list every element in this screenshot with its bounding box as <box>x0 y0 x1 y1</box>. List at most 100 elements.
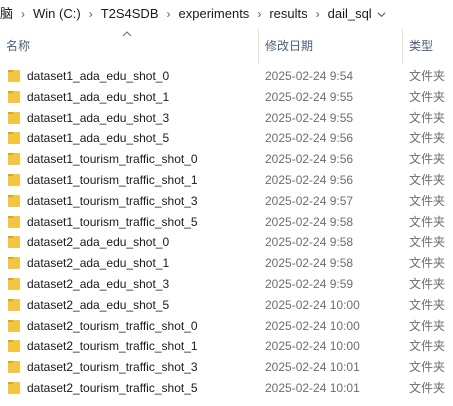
file-row[interactable]: dataset1_tourism_traffic_shot_1 2025-02-2… <box>0 170 453 191</box>
folder-icon <box>8 215 20 228</box>
file-modified-date: 2025-02-24 10:00 <box>265 339 360 354</box>
folder-icon <box>8 277 20 290</box>
file-row[interactable]: dataset1_ada_edu_shot_0 2025-02-24 9:54 文件… <box>0 66 453 87</box>
file-row[interactable]: dataset2_ada_edu_shot_5 2025-02-24 10:00 文… <box>0 295 453 316</box>
file-row[interactable]: dataset1_ada_edu_shot_5 2025-02-24 9:56 文件… <box>0 128 453 149</box>
file-type: 文件夹 <box>409 360 446 375</box>
file-modified-date: 2025-02-24 9:56 <box>265 131 354 146</box>
folder-icon <box>8 70 20 82</box>
file-name[interactable]: dataset1_tourism_traffic_shot_0 <box>27 149 198 170</box>
file-row[interactable]: dataset2_ada_edu_shot_3 2025-02-24 9:59 文件… <box>0 274 453 295</box>
file-type: 文件夹 <box>409 214 446 229</box>
folder-icon <box>8 319 20 332</box>
column-header-type[interactable]: 类型 <box>402 28 453 64</box>
folder-icon <box>8 132 20 145</box>
file-modified-date: 2025-02-24 9:58 <box>265 235 354 250</box>
file-row[interactable]: dataset2_ada_edu_shot_0 2025-02-24 9:58 文件… <box>0 232 453 253</box>
file-row[interactable]: dataset1_tourism_traffic_shot_0 2025-02-2… <box>0 149 453 170</box>
file-name[interactable]: dataset1_ada_edu_shot_5 <box>27 128 169 149</box>
file-type: 文件夹 <box>409 380 446 395</box>
file-type: 文件夹 <box>409 172 446 187</box>
file-modified-date: 2025-02-24 9:58 <box>265 214 354 229</box>
file-modified-date: 2025-02-24 9:54 <box>265 69 354 83</box>
file-row[interactable]: dataset1_ada_edu_shot_1 2025-02-24 9:55 文件… <box>0 87 453 108</box>
file-modified-date: 2025-02-24 9:55 <box>265 110 354 125</box>
file-row[interactable]: dataset2_tourism_traffic_shot_0 2025-02-2… <box>0 316 453 337</box>
folder-icon <box>8 236 20 249</box>
file-type: 文件夹 <box>409 193 446 208</box>
file-type: 文件夹 <box>409 256 446 271</box>
folder-icon <box>8 194 20 207</box>
file-type: 文件夹 <box>409 152 446 167</box>
breadcrumb-item-drive[interactable]: Win (C:) <box>31 0 83 28</box>
file-name[interactable]: dataset2_tourism_traffic_shot_1 <box>27 336 198 357</box>
file-row[interactable]: dataset1_ada_edu_shot_3 2025-02-24 9:55 文件… <box>0 108 453 129</box>
breadcrumb-separator-icon[interactable]: › <box>15 0 31 28</box>
file-modified-date: 2025-02-24 10:01 <box>265 380 360 395</box>
file-name[interactable]: dataset2_ada_edu_shot_1 <box>27 253 169 274</box>
folder-icon <box>8 340 20 353</box>
file-type: 文件夹 <box>409 89 446 104</box>
file-name[interactable]: dataset1_tourism_traffic_shot_5 <box>27 212 198 233</box>
file-name[interactable]: dataset2_ada_edu_shot_5 <box>27 295 169 316</box>
folder-icon <box>8 153 20 166</box>
file-name[interactable]: dataset2_tourism_traffic_shot_0 <box>27 316 198 337</box>
breadcrumb-dropdown-icon[interactable] <box>374 0 390 28</box>
folder-icon <box>8 298 20 311</box>
breadcrumb-item-dail-sql[interactable]: dail_sql <box>326 0 374 28</box>
file-row[interactable]: dataset1_tourism_traffic_shot_5 2025-02-2… <box>0 212 453 233</box>
breadcrumb-separator-icon[interactable]: › <box>83 0 99 28</box>
file-name[interactable]: dataset2_tourism_traffic_shot_5 <box>27 378 198 399</box>
file-name[interactable]: dataset1_ada_edu_shot_0 <box>27 66 169 87</box>
file-row[interactable]: dataset2_tourism_traffic_shot_1 2025-02-2… <box>0 336 453 357</box>
file-type: 文件夹 <box>409 297 446 312</box>
file-type: 文件夹 <box>409 276 446 291</box>
folder-icon <box>8 173 20 186</box>
folder-icon <box>8 111 20 124</box>
file-modified-date: 2025-02-24 9:58 <box>265 256 354 271</box>
file-type: 文件夹 <box>409 318 446 333</box>
breadcrumb-separator-icon[interactable]: › <box>310 0 326 28</box>
file-type: 文件夹 <box>409 131 446 146</box>
folder-icon <box>8 257 20 270</box>
file-modified-date: 2025-02-24 9:56 <box>265 172 354 187</box>
file-name[interactable]: dataset1_ada_edu_shot_3 <box>27 108 169 129</box>
file-name[interactable]: dataset1_tourism_traffic_shot_1 <box>27 170 198 191</box>
column-header-name[interactable]: 名称 <box>0 28 258 64</box>
breadcrumb-separator-icon[interactable]: › <box>161 0 177 28</box>
file-modified-date: 2025-02-24 9:57 <box>265 193 354 208</box>
file-modified-date: 2025-02-24 10:01 <box>265 360 360 375</box>
file-explorer: 脑 › Win (C:) › T2S4SDB › experiments › r… <box>0 0 453 406</box>
column-header-row: 名称 修改日期 类型 <box>0 28 453 64</box>
breadcrumb-separator-icon[interactable]: › <box>251 0 267 28</box>
file-row[interactable]: dataset2_tourism_traffic_shot_5 2025-02-2… <box>0 378 453 399</box>
file-name[interactable]: dataset1_ada_edu_shot_1 <box>27 87 169 108</box>
file-name[interactable]: dataset2_tourism_traffic_shot_3 <box>27 357 198 378</box>
file-modified-date: 2025-02-24 10:00 <box>265 297 360 312</box>
file-modified-date: 2025-02-24 10:00 <box>265 318 360 333</box>
file-name[interactable]: dataset2_ada_edu_shot_0 <box>27 232 169 253</box>
file-row[interactable]: dataset2_ada_edu_shot_1 2025-02-24 9:58 文件… <box>0 253 453 274</box>
folder-icon <box>8 90 20 103</box>
file-list: dataset1_ada_edu_shot_0 2025-02-24 9:54 文件… <box>0 66 453 399</box>
file-modified-date: 2025-02-24 9:59 <box>265 276 354 291</box>
folder-icon <box>8 381 20 394</box>
column-header-date[interactable]: 修改日期 <box>258 28 402 64</box>
breadcrumb-item-results[interactable]: results <box>267 0 309 28</box>
file-modified-date: 2025-02-24 9:56 <box>265 152 354 167</box>
breadcrumb: 脑 › Win (C:) › T2S4SDB › experiments › r… <box>0 0 453 28</box>
file-row[interactable]: dataset2_tourism_traffic_shot_3 2025-02-2… <box>0 357 453 378</box>
file-name[interactable]: dataset2_ada_edu_shot_3 <box>27 274 169 295</box>
file-type: 文件夹 <box>409 339 446 354</box>
breadcrumb-item-t2s4sdb[interactable]: T2S4SDB <box>99 0 161 28</box>
file-modified-date: 2025-02-24 9:55 <box>265 89 354 104</box>
file-row[interactable]: dataset1_tourism_traffic_shot_3 2025-02-2… <box>0 191 453 212</box>
breadcrumb-item-experiments[interactable]: experiments <box>177 0 252 28</box>
file-type: 文件夹 <box>409 69 446 83</box>
file-type: 文件夹 <box>409 110 446 125</box>
file-name[interactable]: dataset1_tourism_traffic_shot_3 <box>27 191 198 212</box>
chevron-down-icon <box>377 12 386 18</box>
breadcrumb-item-computer[interactable]: 脑 <box>0 0 15 28</box>
file-type: 文件夹 <box>409 235 446 250</box>
folder-icon <box>8 361 20 374</box>
